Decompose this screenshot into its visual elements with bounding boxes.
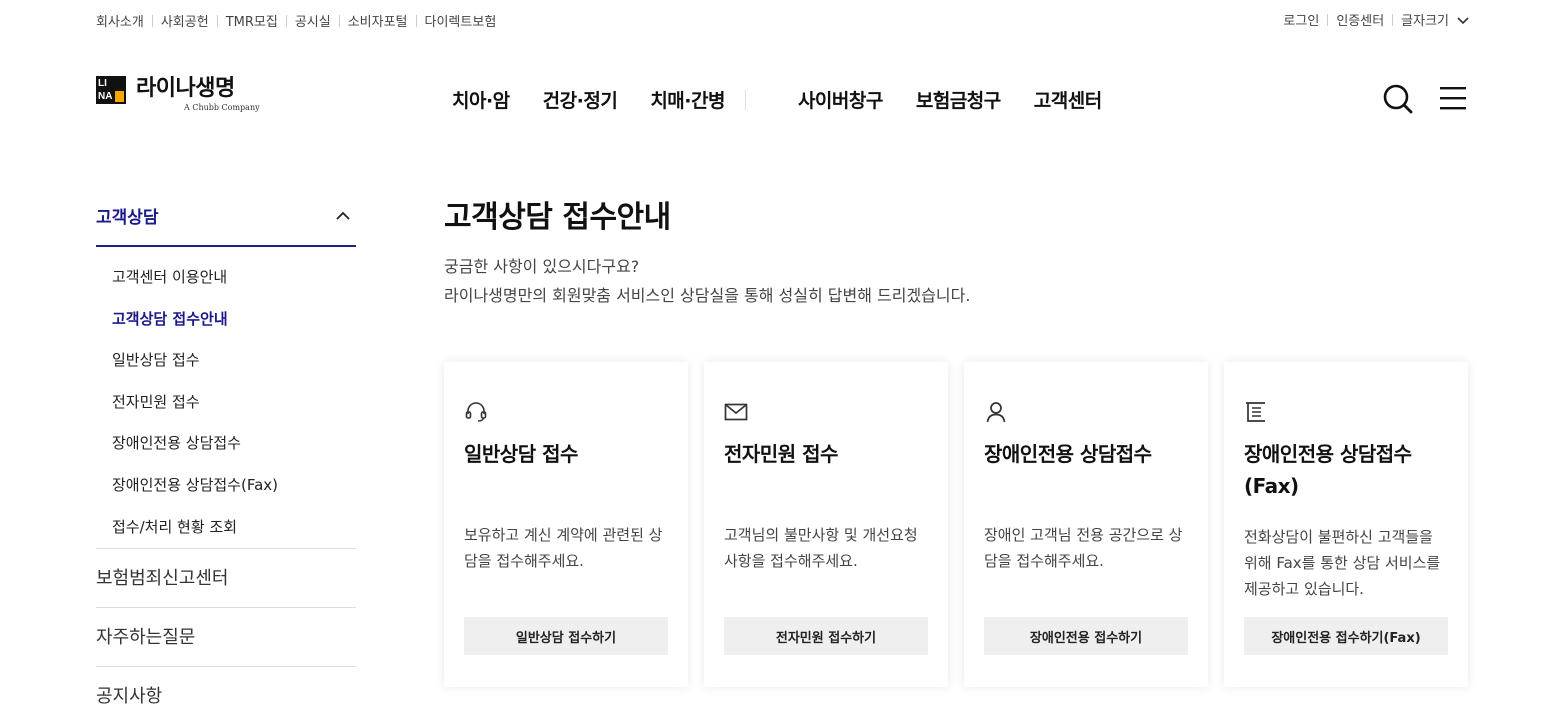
card-description: 전화상담이 불편하신 고객들을 위해 Fax를 통한 상담 서비스를 제공하고 … [1244,528,1441,598]
divider [415,14,417,27]
utility-link-direct[interactable]: 다이렉트보험 [425,11,497,30]
nav-dementia-care[interactable]: 치매·간병 [650,86,725,113]
logo-text: 라이나생명 A Chubb Company [136,76,260,112]
side-nav-sub-item-center-guide[interactable]: 고객센터 이용안내 [112,257,356,299]
side-nav-sub-item-general[interactable]: 일반상담 접수 [112,340,356,382]
logo-subtitle: A Chubb Company [184,103,260,112]
card-disabled-consult: 장애인전용 상담접수 장애인 고객님 전용 공간으로 상담을 접수해주세요. 장… [964,362,1208,687]
card-description: 장애인 고객님 전용 공간으로 상담을 접수해주세요. [984,526,1183,570]
side-nav: 고객상담 고객센터 이용안내 고객상담 접수안내 일반상담 접수 전자민원 접수… [96,195,356,705]
card-title: 장애인전용 상담접수 [984,442,1152,466]
side-nav-item-faq[interactable]: 자주하는질문 [96,608,356,668]
nav-cyber-window[interactable]: 사이버창구 [798,86,883,113]
utility-link-consumer[interactable]: 소비자포털 [348,11,408,30]
side-nav-title: 고객상담 [96,207,159,228]
side-nav-header[interactable]: 고객상담 [96,195,356,247]
intro-line-2: 라이나생명만의 회원맞춤 서비스인 상담실을 통해 성실히 답변해 드리겠습니다… [444,286,971,305]
card-description: 보유하고 계신 계약에 관련된 상담을 접수해주세요. [464,526,663,570]
font-size-label: 글자크기 [1401,14,1449,29]
general-consult-button[interactable]: 일반상담 접수하기 [464,617,668,655]
side-nav-sub-item-complaint[interactable]: 전자민원 접수 [112,382,356,424]
utility-link-disclosure[interactable]: 공시실 [295,11,331,30]
nav-customer-center[interactable]: 고객센터 [1034,86,1102,113]
main-content: 고객상담 접수안내 궁금한 사항이 있으시다구요? 라이나생명만의 회원맞춤 서… [444,192,970,310]
card-e-complaint: 전자민원 접수 고객님의 불만사항 및 개선요청 사항을 접수해주세요. 전자민… [704,362,948,687]
side-nav-item-notice[interactable]: 공지사항 [96,667,356,705]
person-icon [986,402,1006,423]
consult-cards: 일반상담 접수 보유하고 계신 계약에 관련된 상담을 접수해주세요. 일반상담… [444,362,1468,687]
nav-claims[interactable]: 보험금청구 [916,86,1001,113]
card-title: 장애인전용 상담접수 (Fax) [1244,442,1412,498]
utility-link-tmr[interactable]: TMR모집 [226,11,278,30]
card-disabled-fax-consult: 장애인전용 상담접수 (Fax) 전화상담이 불편하신 고객들을 위해 Fax를… [1224,362,1468,687]
divider [285,14,287,27]
logo-mark-line1: LI [98,78,107,89]
page-intro: 궁금한 사항이 있으시다구요? 라이나생명만의 회원맞춤 서비스인 상담실을 통… [444,252,970,310]
disabled-consult-button[interactable]: 장애인전용 접수하기 [984,617,1188,655]
main-nav: 치아·암 건강·정기 치매·간병 사이버창구 보험금청구 고객센터 [452,86,1135,113]
logo-name: 라이나생명 [136,76,235,101]
side-nav-sub-item-status[interactable]: 접수/처리 현황 조회 [112,507,356,549]
divider [1327,13,1329,26]
card-title: 전자민원 접수 [724,442,838,466]
document-icon [1246,402,1265,422]
logo-mark: LI NA [96,76,126,104]
font-size-toggle[interactable]: 글자크기 [1401,10,1469,29]
intro-line-1: 궁금한 사항이 있으시다구요? [444,257,640,276]
side-nav-sub-item-consult-guide[interactable]: 고객상담 접수안내 [112,299,356,341]
utility-link-company[interactable]: 회사소개 [96,11,144,30]
mail-icon [724,403,748,421]
side-nav-submenu: 고객센터 이용안내 고객상담 접수안내 일반상담 접수 전자민원 접수 장애인전… [96,247,356,550]
utility-bar: 회사소개 사회공헌 TMR모집 공시실 소비자포털 다이렉트보험 로그인 인증센… [0,0,1567,38]
chevron-up-icon [336,211,350,220]
logo-accent [115,91,124,102]
side-nav-sub-item-disabled-fax[interactable]: 장애인전용 상담접수(Fax) [112,465,356,507]
login-link[interactable]: 로그인 [1283,10,1319,29]
page-title: 고객상담 접수안내 [444,200,671,235]
brand-logo[interactable]: LI NA 라이나생명 A Chubb Company [96,76,260,112]
utility-link-social[interactable]: 사회공헌 [161,11,209,30]
certificate-center-link[interactable]: 인증센터 [1336,10,1384,29]
nav-dental-cancer[interactable]: 치아·암 [452,86,510,113]
side-nav-submenu-list: 고객센터 이용안내 고객상담 접수안내 일반상담 접수 전자민원 접수 장애인전… [96,247,356,548]
disabled-fax-consult-button[interactable]: 장애인전용 접수하기(Fax) [1244,617,1448,655]
divider [216,14,218,27]
chevron-down-icon [1457,17,1469,25]
divider [151,14,153,27]
side-nav-item-fraud[interactable]: 보험범죄신고센터 [96,549,356,609]
nav-divider [744,89,746,110]
divider [338,14,340,27]
card-general-consult: 일반상담 접수 보유하고 계신 계약에 관련된 상담을 접수해주세요. 일반상담… [444,362,688,687]
hamburger-menu-icon[interactable] [1440,86,1466,110]
card-title: 일반상담 접수 [464,442,578,466]
e-complaint-button[interactable]: 전자민원 접수하기 [724,617,928,655]
side-nav-sub-item-disabled[interactable]: 장애인전용 상담접수 [112,423,356,465]
nav-health-term[interactable]: 건강·정기 [543,86,618,113]
search-icon[interactable] [1383,84,1413,114]
headset-icon [465,402,487,422]
card-description: 고객님의 불만사항 및 개선요청 사항을 접수해주세요. [724,526,918,570]
utility-links-right: 로그인 인증센터 글자크기 [1283,10,1469,29]
divider [1392,13,1394,26]
utility-links-left: 회사소개 사회공헌 TMR모집 공시실 소비자포털 다이렉트보험 [96,11,496,30]
